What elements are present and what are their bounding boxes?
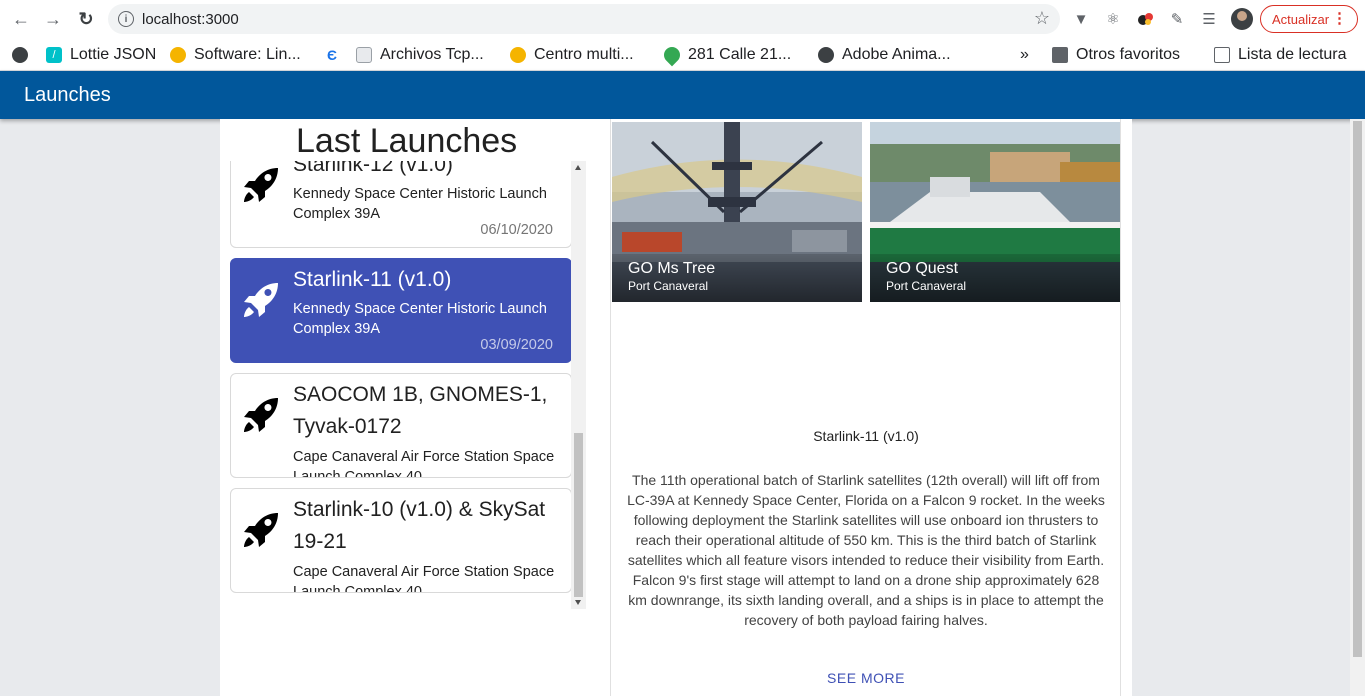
launch-card[interactable]: Starlink-10 (v1.0) & SkySat 19-21 Cape C… <box>230 488 572 593</box>
reading-list-icon <box>1214 47 1230 63</box>
bookmark-star-icon[interactable]: ☆ <box>1034 8 1050 29</box>
color-extension-icon[interactable] <box>1136 9 1156 29</box>
bookmark-label: Software: Lin... <box>194 46 301 63</box>
medal-icon <box>170 47 186 63</box>
bookmark-cc[interactable]: Є <box>324 44 348 66</box>
lottie-icon: / <box>46 47 62 63</box>
update-label: Actualizar <box>1272 11 1330 27</box>
ship-name: GO Quest <box>886 260 959 277</box>
panel-divider <box>1120 119 1121 696</box>
launch-date: 06/10/2020 <box>480 222 553 238</box>
forward-arrow-icon[interactable]: → <box>41 7 65 31</box>
ship-port: Port Canaveral <box>886 279 967 293</box>
launch-site: Cape Canaveral Air Force Station Space L… <box>293 564 555 593</box>
mission-name: Starlink-11 (v1.0) <box>813 428 919 444</box>
bookmark-adobe-anima[interactable]: Adobe Anima... <box>818 44 951 66</box>
ship-tile[interactable]: GO Ms Tree Port Canaveral <box>612 122 862 302</box>
other-favorites-label: Otros favoritos <box>1076 46 1181 63</box>
folder-icon <box>1052 47 1068 63</box>
launch-site: Kennedy Space Center Historic Launch Com… <box>293 301 547 337</box>
launch-name: SAOCOM 1B, GNOMES-1, Tyvak-0172 <box>293 383 548 438</box>
bookmarks-overflow-button[interactable]: » <box>1020 44 1029 66</box>
scroll-up-arrow-icon[interactable] <box>575 165 581 170</box>
bookmark-label: Adobe Anima... <box>842 46 951 63</box>
launches-list[interactable]: Starlink-12 (v1.0) Kennedy Space Center … <box>220 161 588 609</box>
bookmark-centro-multi[interactable]: Centro multi... <box>510 44 634 66</box>
page-scrollbar[interactable] <box>1350 119 1365 696</box>
ship-tile[interactable]: GO Quest Port Canaveral <box>870 122 1120 302</box>
launches-panel: Last Launches Starlink-12 (v1.0) Kennedy… <box>220 119 611 696</box>
overflow-chevron-icon: » <box>1020 46 1029 63</box>
app-title: Launches <box>24 84 111 106</box>
launch-detail-panel: GO Ms Tree Port Canaveral GO Quest Port … <box>612 119 1132 696</box>
bookmark-label: Lottie JSON <box>70 46 157 63</box>
globe-icon <box>818 47 834 63</box>
mission-description: The 11th operational batch of Starlink s… <box>627 472 1105 628</box>
document-icon <box>356 47 372 63</box>
see-more-button[interactable]: SEE MORE <box>612 670 1120 686</box>
rocket-icon <box>244 398 278 432</box>
bookmark-label: Archivos Tcp... <box>380 46 484 63</box>
launch-name: Starlink-10 (v1.0) & SkySat 19-21 <box>293 498 546 553</box>
reading-list-label: Lista de lectura <box>1238 46 1347 63</box>
bookmark-lottie-json[interactable]: / Lottie JSON <box>46 44 156 66</box>
url-text: localhost:3000 <box>142 11 239 28</box>
launch-site: Cape Canaveral Air Force Station Space L… <box>293 449 555 478</box>
bookmark-label: Centro multi... <box>534 46 634 63</box>
browser-toolbar: ← → ↻ i localhost:3000 ☆ ▼ ⚛ ✎ ☰ Actuali… <box>0 0 1365 38</box>
bookmark-label: 281 Calle 21... <box>688 46 792 63</box>
cc-icon: Є <box>324 47 340 63</box>
menu-dots-icon: ⋮ <box>1332 10 1347 27</box>
extensions-puzzle-icon[interactable]: ✎ <box>1167 9 1187 29</box>
launch-name: Starlink-11 (v1.0) <box>293 268 452 291</box>
other-favorites[interactable]: Otros favoritos <box>1052 44 1180 66</box>
scroll-down-arrow-icon[interactable] <box>575 600 581 605</box>
launch-site: Kennedy Space Center Historic Launch Com… <box>293 186 547 222</box>
back-arrow-icon[interactable]: ← <box>9 7 33 31</box>
app-bar: Launches <box>0 71 1365 119</box>
reading-list[interactable]: Lista de lectura <box>1214 44 1347 66</box>
rocket-icon <box>244 283 278 317</box>
rocket-icon <box>244 513 278 547</box>
react-devtools-icon[interactable]: ⚛ <box>1103 9 1123 29</box>
bookmark-software[interactable]: Software: Lin... <box>170 44 301 66</box>
map-pin-icon <box>660 43 684 67</box>
bookmarks-bar: / Lottie JSON Software: Lin... Є Archivo… <box>0 38 1365 71</box>
update-button[interactable]: Actualizar ⋮ <box>1260 5 1358 33</box>
bookmark-archivos-tcp[interactable]: Archivos Tcp... <box>356 44 484 66</box>
globe-bookmark[interactable] <box>12 44 28 66</box>
rocket-icon <box>244 168 278 202</box>
media-queue-icon[interactable]: ☰ <box>1199 9 1219 29</box>
scroll-thumb[interactable] <box>574 433 583 597</box>
main-content: Last Launches Starlink-12 (v1.0) Kennedy… <box>220 119 1132 696</box>
page-scroll-thumb[interactable] <box>1353 121 1362 657</box>
reload-icon[interactable]: ↻ <box>74 7 98 31</box>
address-bar[interactable]: i localhost:3000 ☆ <box>108 4 1060 34</box>
vue-devtools-icon[interactable]: ▼ <box>1071 9 1091 29</box>
bookmark-maps[interactable]: 281 Calle 21... <box>660 43 792 67</box>
launch-name: Starlink-12 (v1.0) <box>293 161 453 176</box>
launch-card[interactable]: Starlink-12 (v1.0) Kennedy Space Center … <box>230 161 572 248</box>
globe-icon <box>12 47 28 63</box>
launch-date: 03/09/2020 <box>480 337 553 353</box>
launch-card-selected[interactable]: Starlink-11 (v1.0) Kennedy Space Center … <box>230 258 572 363</box>
launches-scrollbar[interactable] <box>571 161 586 609</box>
site-info-icon[interactable]: i <box>118 11 134 27</box>
profile-avatar[interactable] <box>1231 8 1253 30</box>
ship-port: Port Canaveral <box>628 279 709 293</box>
medal-icon <box>510 47 526 63</box>
launches-title: Last Launches <box>296 122 518 160</box>
ship-name: GO Ms Tree <box>628 260 716 277</box>
launch-card[interactable]: SAOCOM 1B, GNOMES-1, Tyvak-0172 Cape Can… <box>230 373 572 478</box>
